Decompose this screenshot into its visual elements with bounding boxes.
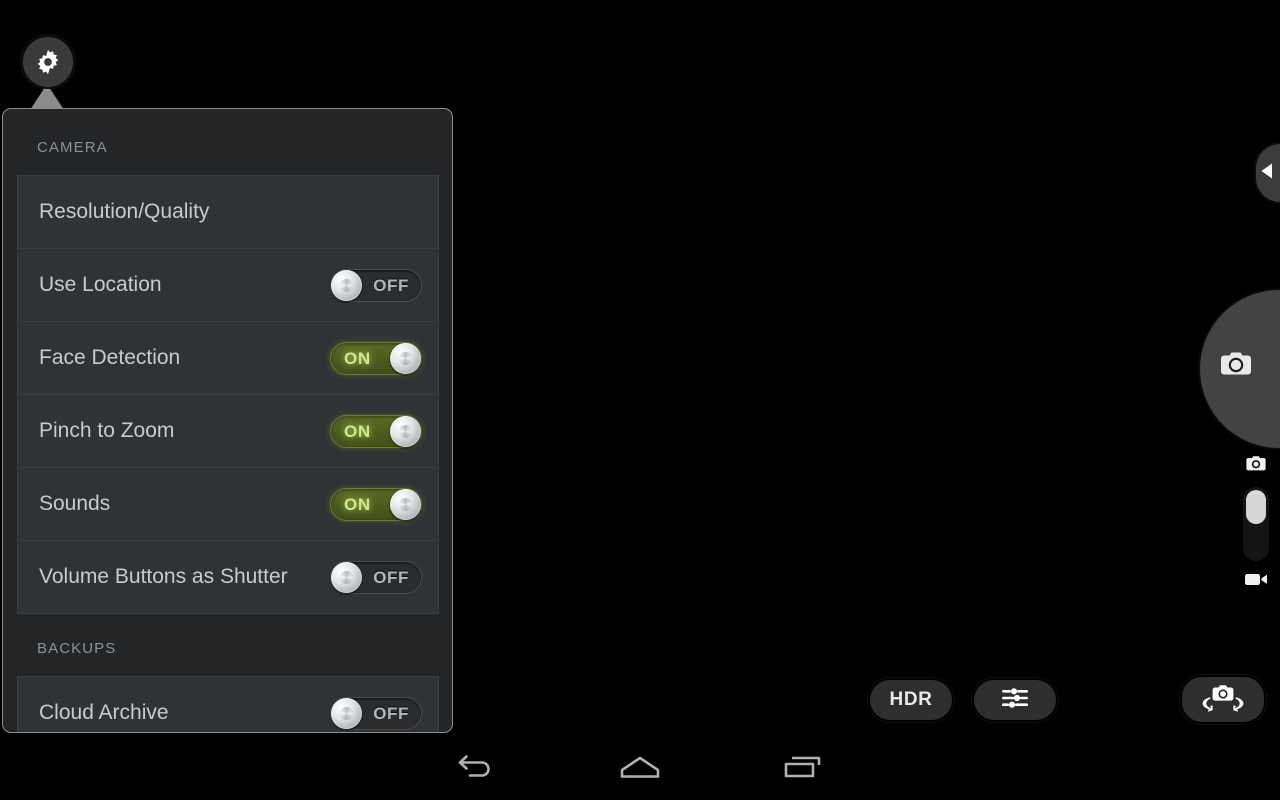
back-arrow-icon [456,753,498,788]
setting-label: Face Detection [39,346,181,369]
setting-label: Use Location [39,273,162,296]
toggle-pinch-to-zoom[interactable]: ON [330,414,422,448]
setting-label: Pinch to Zoom [39,419,175,442]
home-icon [617,754,663,787]
toggle-state-label: ON [344,348,371,368]
setting-label: Sounds [39,492,111,515]
section-header-backups: BACKUPS [37,640,117,657]
nav-back-button[interactable] [422,740,532,800]
toggle-state-label: OFF [373,275,409,295]
camera-video-mode-switcher[interactable] [1238,455,1274,605]
setting-label: Cloud Archive [39,701,169,724]
nav-home-button[interactable] [585,740,695,800]
hdr-button[interactable]: HDR [868,678,954,722]
toggle-knob [390,342,421,374]
chevron-left-icon [1260,162,1274,185]
settings-button[interactable] [21,35,75,89]
toggle-state-label: OFF [373,703,409,723]
toggle-cloud-archive[interactable]: OFF [330,696,422,730]
switch-camera-button[interactable] [1180,675,1266,724]
settings-panel[interactable]: CAMERA Resolution/Quality Use Location O… [2,108,453,733]
android-navigation-bar [0,740,1280,800]
section-header-camera: CAMERA [37,139,108,156]
settings-list-backups: Cloud Archive OFF [17,676,439,732]
table-row[interactable]: Pinch to Zoom ON [18,395,438,468]
setting-label: Volume Buttons as Shutter [39,565,288,588]
camera-icon[interactable] [1244,455,1268,479]
toggle-volume-buttons-as-shutter[interactable]: OFF [330,560,422,594]
sliders-icon [998,685,1032,716]
hdr-label: HDR [889,689,933,710]
toggle-knob [331,269,362,301]
nav-recents-button[interactable] [748,740,858,800]
toggle-knob [331,697,362,729]
mode-slider-track[interactable] [1243,487,1269,561]
toggle-knob [390,415,421,447]
setting-label: Resolution/Quality [39,200,210,223]
mode-slider-thumb[interactable] [1246,490,1266,524]
toggle-knob [331,561,362,593]
table-row[interactable]: Resolution/Quality [18,176,438,249]
toggle-sounds[interactable]: ON [330,487,422,521]
camera-icon [1215,350,1257,389]
video-camera-icon[interactable] [1243,570,1269,593]
recents-icon [782,754,824,787]
switch-camera-icon [1201,681,1245,718]
camera-options-button[interactable] [972,678,1058,722]
toggle-state-label: OFF [373,567,409,587]
table-row[interactable]: Sounds ON [18,468,438,541]
toggle-knob [390,488,421,520]
settings-list-camera: Resolution/Quality Use Location OFF Face… [17,175,439,614]
gear-icon [34,48,62,76]
toggle-state-label: ON [344,421,371,441]
table-row[interactable]: Use Location OFF [18,249,438,322]
table-row[interactable]: Face Detection ON [18,322,438,395]
table-row[interactable]: Volume Buttons as Shutter OFF [18,541,438,614]
table-row[interactable]: Cloud Archive OFF [18,677,438,732]
toggle-face-detection[interactable]: ON [330,341,422,375]
toggle-use-location[interactable]: OFF [330,268,422,302]
toggle-state-label: ON [344,494,371,514]
